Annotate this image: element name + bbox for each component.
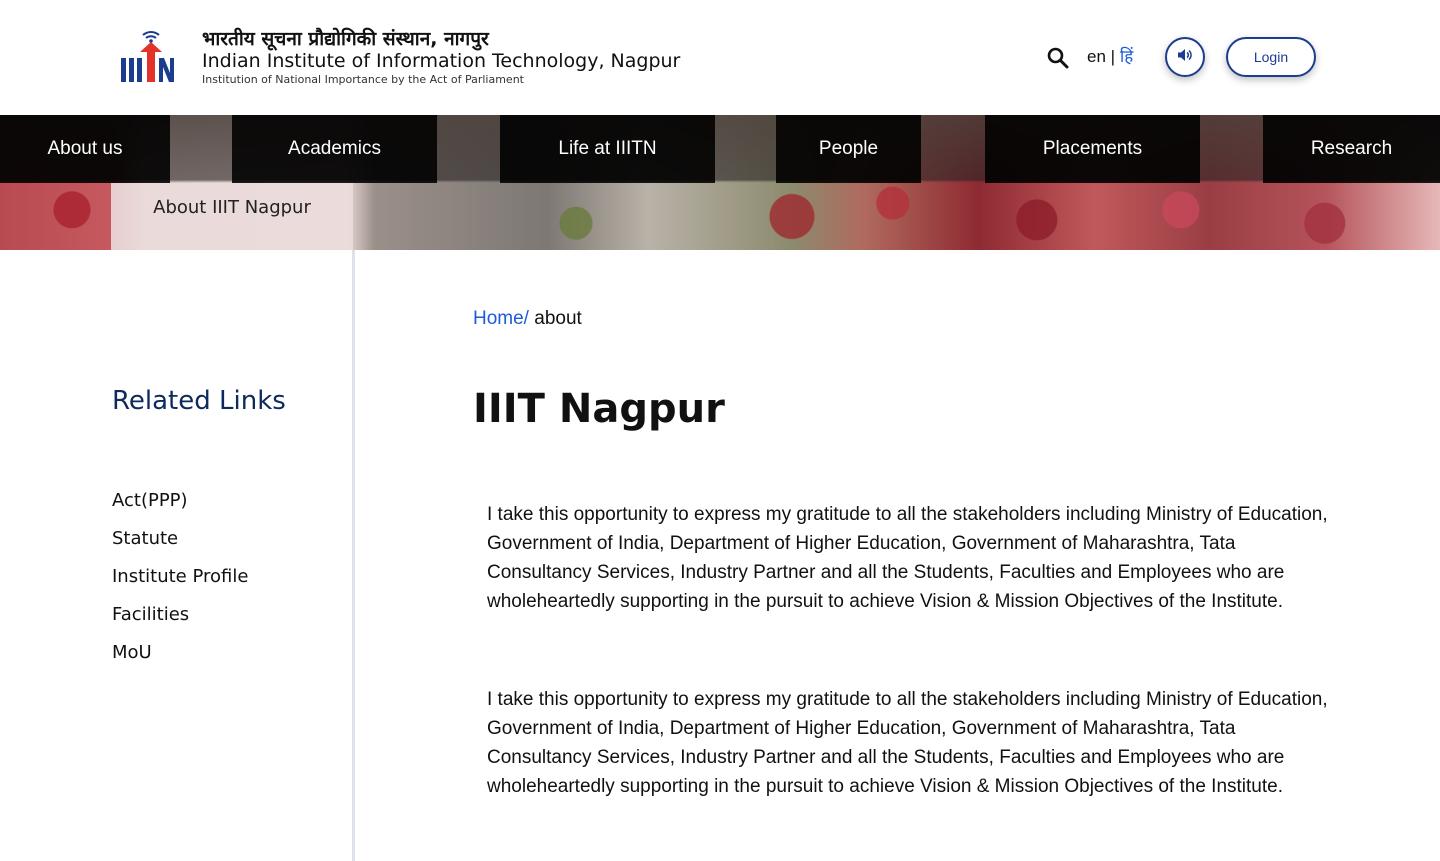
content-paragraph: I take this opportunity to express my gr… (487, 504, 1328, 612)
search-icon[interactable] (1046, 46, 1070, 70)
related-link-statute[interactable]: Statute (112, 520, 248, 558)
related-link-institute-profile[interactable]: Institute Profile (112, 558, 248, 596)
institute-name-hindi: भारतीय सूचना प्रौद्योगिकी संस्थान, नागपु… (202, 28, 489, 50)
related-links-list: Act(PPP) Statute Institute Profile Facil… (112, 482, 248, 672)
audio-button[interactable] (1165, 37, 1205, 77)
nav-item-life-at-iiitn[interactable]: Life at IIITN (500, 115, 715, 183)
page-content: Related Links Act(PPP) Statute Institute… (0, 250, 1440, 861)
hero-banner: About us Academics Life at IIITN People … (0, 115, 1440, 250)
login-button[interactable]: Login (1226, 37, 1316, 77)
institute-name-english: Indian Institute of Information Technolo… (202, 50, 681, 72)
related-link-facilities[interactable]: Facilities (112, 596, 248, 634)
nav-item-about-us[interactable]: About us (0, 115, 170, 183)
breadcrumb-home-link[interactable]: Home/ (473, 308, 529, 329)
sidebar-divider (352, 250, 355, 861)
related-links-title: Related Links (112, 386, 286, 416)
related-link-act-ppp[interactable]: Act(PPP) (112, 482, 248, 520)
lang-separator: | (1110, 47, 1116, 66)
main-nav: About us Academics Life at IIITN People … (0, 115, 1440, 183)
institute-subtitle: Institution of National Importance by th… (202, 73, 524, 86)
nav-item-placements[interactable]: Placements (985, 115, 1200, 183)
related-link-mou[interactable]: MoU (112, 634, 248, 672)
page-title: IIIT Nagpur (473, 386, 725, 432)
lang-hindi-link[interactable]: हिं (1120, 47, 1133, 67)
nav-item-research[interactable]: Research (1263, 115, 1440, 183)
lang-en-link[interactable]: en (1087, 47, 1106, 66)
breadcrumb: Home/ about (473, 308, 582, 330)
tab-about-iiit-nagpur[interactable]: About IIIT Nagpur (111, 183, 353, 250)
content-paragraph: I take this opportunity to express my gr… (487, 689, 1328, 797)
site-header: भारतीय सूचना प्रौद्योगिकी संस्थान, नागपु… (0, 0, 1440, 115)
speaker-icon (1177, 48, 1193, 67)
nav-item-academics[interactable]: Academics (232, 115, 437, 183)
institute-title-block: भारतीय सूचना प्रौद्योगिकी संस्थान, नागपु… (202, 28, 680, 88)
iiitn-logo-icon[interactable] (118, 28, 176, 84)
breadcrumb-current: about (534, 308, 582, 329)
language-switcher: en | हिं (1087, 46, 1133, 68)
nav-item-people[interactable]: People (776, 115, 921, 183)
